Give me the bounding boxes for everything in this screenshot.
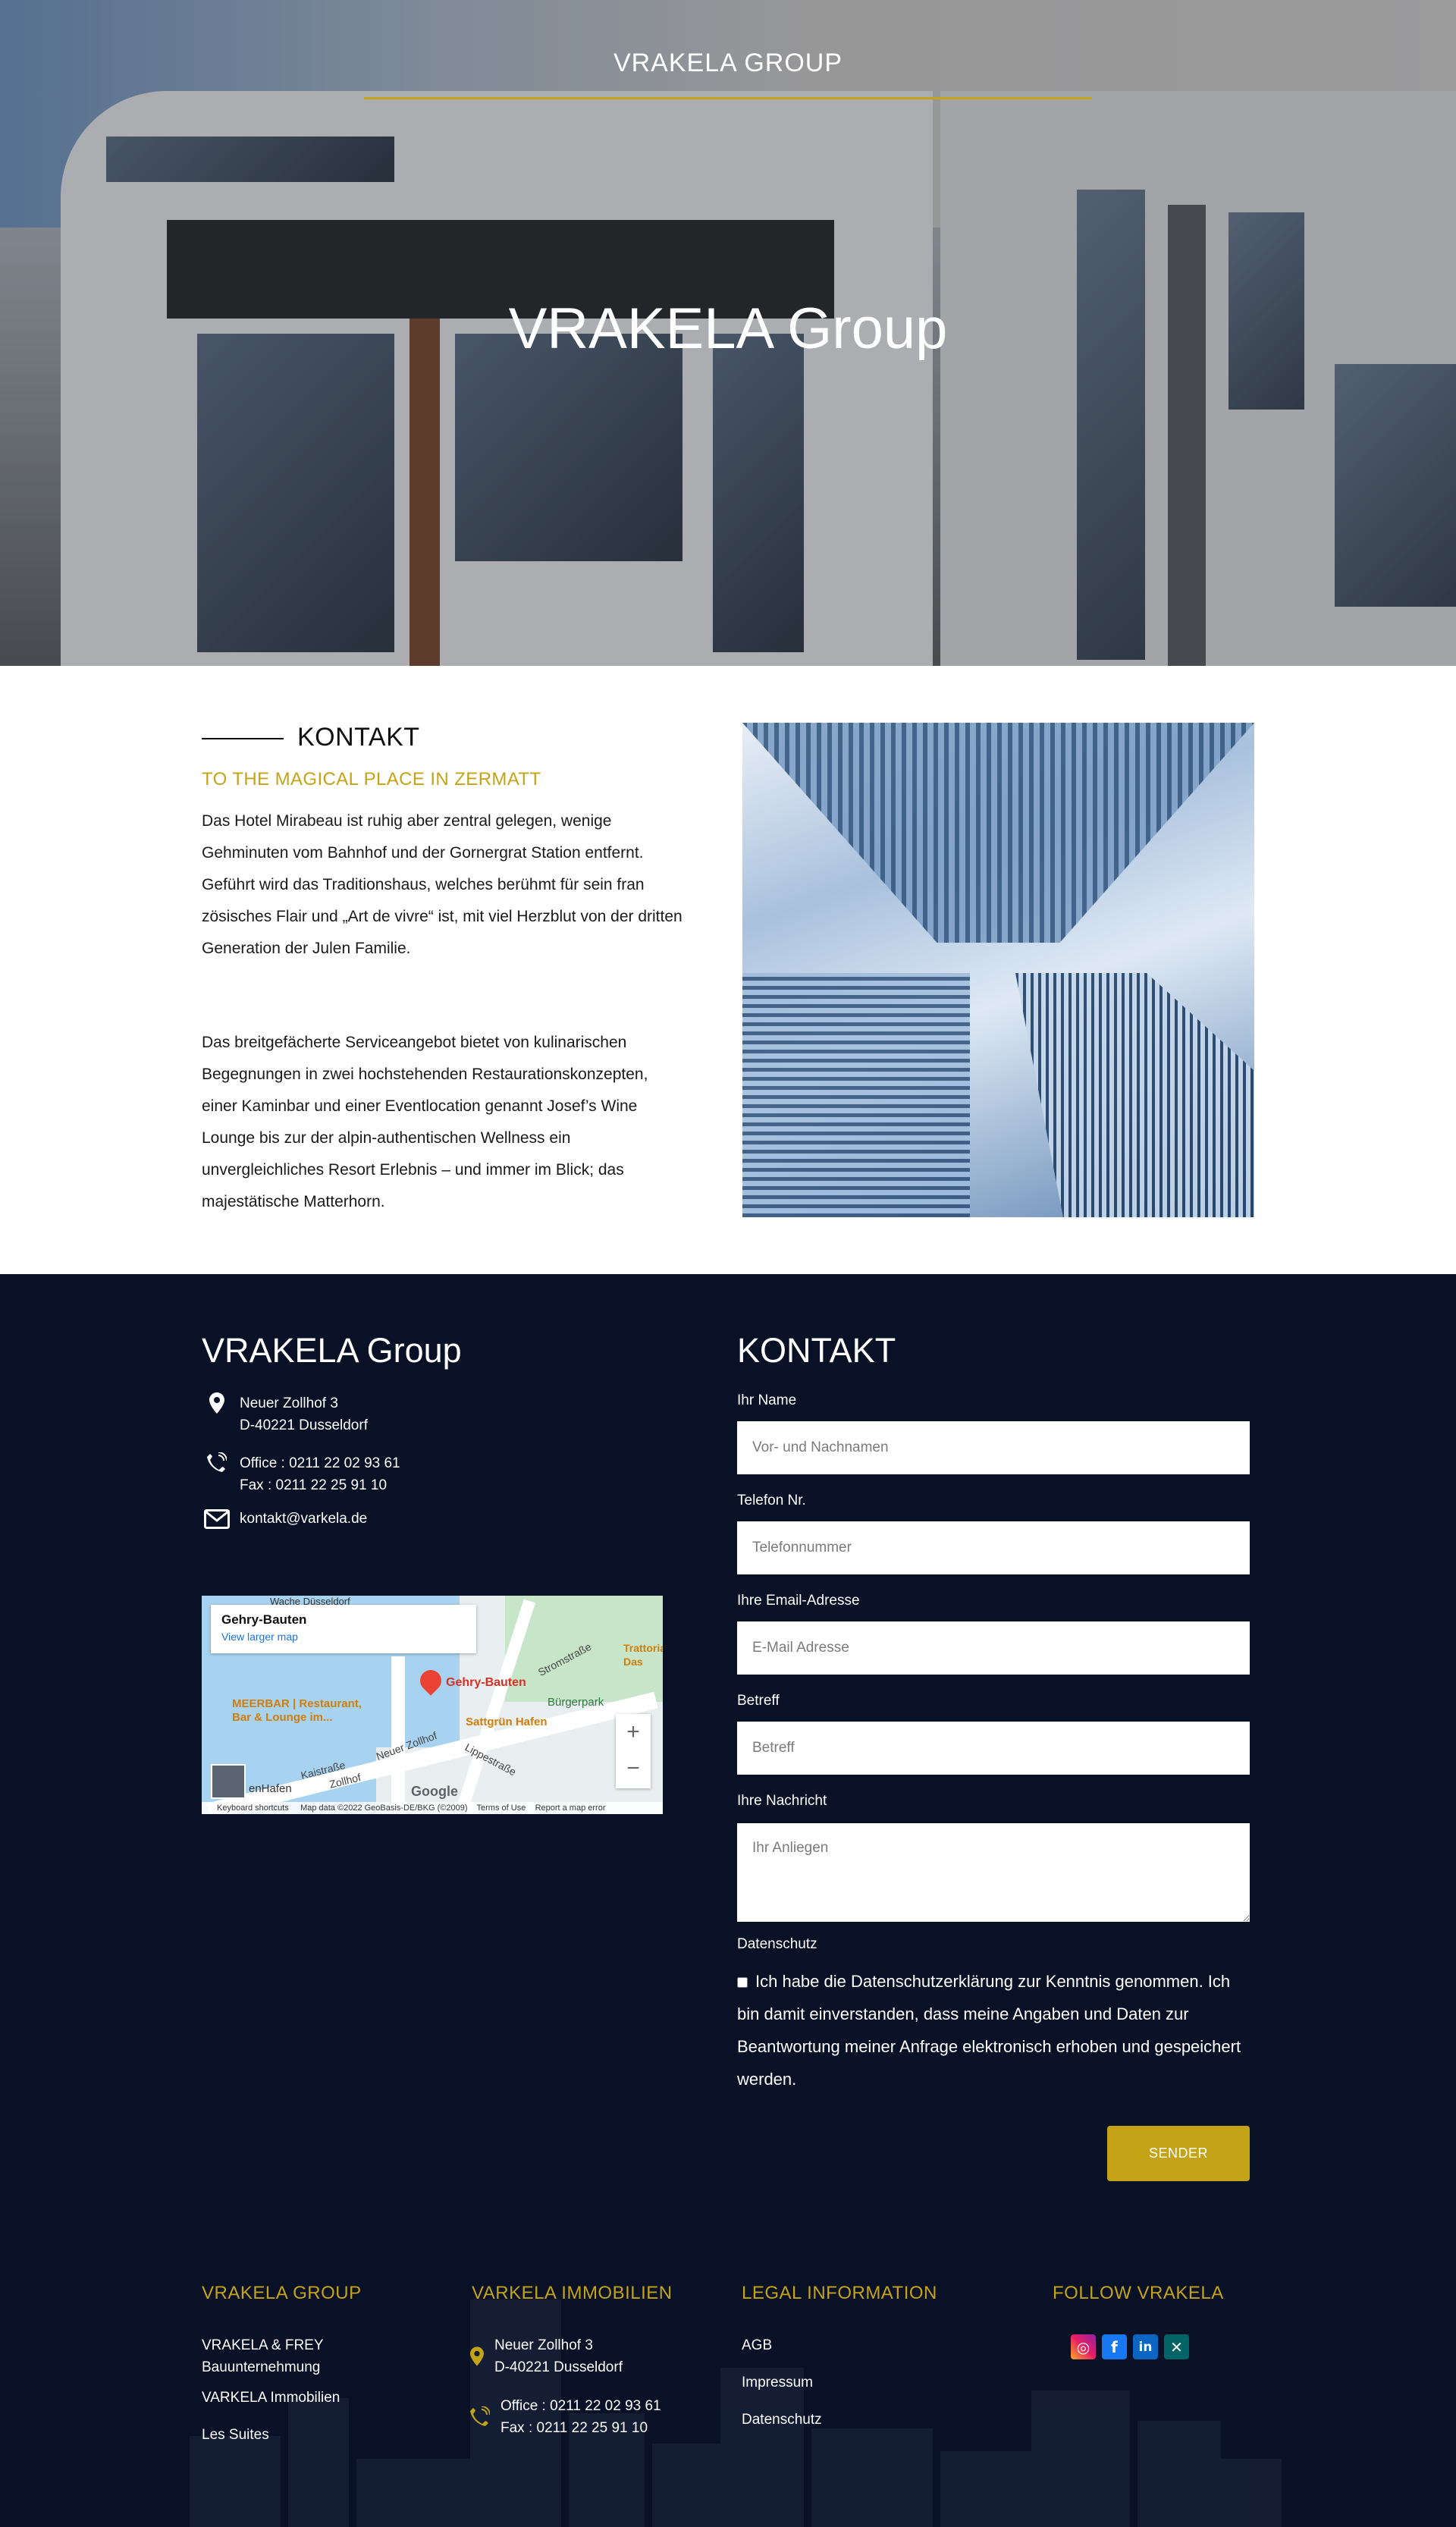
map-attribution: Keyboard shortcuts Map data ©2022 GeoBas… [202, 1802, 663, 1814]
footer-address: Neuer Zollhof 3 D-40221 Dusseldorf [494, 2334, 623, 2378]
map-data-text: Map data ©2022 GeoBasis-DE/BKG (©2009) [300, 1803, 468, 1813]
map-poi-buergerpark: Bürgerpark [548, 1696, 604, 1709]
map-satellite-toggle[interactable] [211, 1764, 246, 1799]
consent-text: Ich habe die Datenschutzerklärung zur Ke… [737, 1972, 1241, 2089]
footer-phone: Office : 0211 22 02 93 61 Fax : 0211 22 … [500, 2395, 661, 2439]
hero-section: VRAKELA GROUP VRAKELA Group [0, 0, 1456, 666]
keyboard-shortcuts-link[interactable]: Keyboard shortcuts [217, 1803, 289, 1813]
name-field[interactable] [737, 1421, 1250, 1474]
map-pin-label: Gehry-Bauten [446, 1676, 526, 1689]
google-map-embed[interactable]: Wache Düsseldorf Gehry-Bauten View large… [202, 1596, 663, 1814]
footer-fax: Fax : 0211 22 25 91 10 [500, 2420, 648, 2436]
google-logo: Google [411, 1784, 458, 1799]
consent-checkbox[interactable] [737, 1977, 748, 1989]
section-heading: KONTAKT [297, 723, 420, 752]
message-label: Ihre Nachricht [737, 1793, 827, 1809]
facebook-icon[interactable]: f [1102, 2334, 1127, 2359]
footer-link-les-suites[interactable]: Les Suites [202, 2424, 269, 2446]
terms-link[interactable]: Terms of Use [477, 1803, 526, 1813]
footer-col3-title: LEGAL INFORMATION [742, 2283, 937, 2303]
map-info-card: Gehry-Bauten View larger map [211, 1605, 476, 1653]
site-logo-title[interactable]: VRAKELA GROUP [0, 49, 1456, 78]
footer-office-phone[interactable]: Office : 0211 22 02 93 61 [500, 2395, 661, 2417]
section-subtitle: TO THE MAGICAL PLACE IN ZERMATT [202, 769, 541, 789]
fax-number: Fax : 0211 22 25 91 10 [240, 1477, 388, 1493]
map-area-label: enHafen [249, 1782, 292, 1795]
hero-title: VRAKELA Group [508, 297, 948, 361]
footer-col4-title: FOLLOW VRAKELA [1053, 2283, 1224, 2303]
email-row: kontakt@varkela.de [202, 1509, 367, 1537]
footer-link-text: Bauunternehmung [202, 2359, 321, 2375]
kontakt-intro-section: KONTAKT TO THE MAGICAL PLACE IN ZERMATT … [0, 666, 1456, 1274]
skyscraper-photo [742, 723, 1254, 1217]
office-phone[interactable]: Office : 0211 22 02 93 61 [240, 1452, 400, 1474]
heading-rule [202, 738, 284, 739]
footer-col2-title: VARKELA IMMOBILIEN [472, 2283, 673, 2303]
report-error-link[interactable]: Report a map error [535, 1803, 606, 1813]
footer-link-datenschutz[interactable]: Datenschutz [742, 2409, 822, 2431]
email-field[interactable] [737, 1621, 1250, 1675]
instagram-icon[interactable]: ◎ [1071, 2334, 1096, 2359]
map-poi-sattgruen[interactable]: Sattgrün Hafen [466, 1716, 548, 1728]
linkedin-icon[interactable]: in [1133, 2334, 1158, 2359]
address-line-2: D-40221 Dusseldorf [240, 1417, 368, 1433]
xing-icon[interactable]: ✕ [1164, 2334, 1189, 2359]
company-title: VRAKELA Group [202, 1331, 462, 1370]
city-skyline-background [190, 2290, 1282, 2527]
phone-row: Office : 0211 22 02 93 61 Fax : 0211 22 … [202, 1452, 400, 1496]
footer-address-line: Neuer Zollhof 3 [494, 2337, 593, 2353]
view-larger-map-link[interactable]: View larger map [221, 1631, 466, 1643]
footer-link-impressum[interactable]: Impressum [742, 2372, 813, 2394]
subject-label: Betreff [737, 1693, 780, 1709]
footer-link-agb[interactable]: AGB [742, 2334, 772, 2356]
map-pin-icon [470, 2346, 484, 2370]
privacy-label: Datenschutz [737, 1936, 817, 1952]
map-poi-trattoria: Trattoria Das [623, 1642, 663, 1668]
social-links: ◎ f in ✕ [1071, 2334, 1189, 2359]
email-link[interactable]: kontakt@varkela.de [240, 1508, 367, 1530]
email-label: Ihre Email-Adresse [737, 1593, 860, 1609]
address-line-1: Neuer Zollhof 3 [240, 1395, 338, 1411]
footer-address-line: D-40221 Dusseldorf [494, 2359, 623, 2375]
phone-label: Telefon Nr. [737, 1493, 806, 1508]
subject-field[interactable] [737, 1722, 1250, 1775]
intro-paragraph-2: Das breitgefächerte Serviceangebot biete… [202, 1034, 648, 1210]
phone-field[interactable] [737, 1521, 1250, 1574]
send-button[interactable]: SENDER [1107, 2126, 1250, 2181]
hero-divider [364, 97, 1092, 99]
envelope-icon [202, 1509, 232, 1537]
intro-paragraph-1: Das Hotel Mirabeau ist ruhig aber zentra… [202, 812, 682, 957]
zoom-out-button[interactable]: − [616, 1750, 651, 1787]
name-label: Ihr Name [737, 1392, 797, 1408]
message-field[interactable] [737, 1823, 1250, 1922]
footer-link-text: VRAKELA & FREY [202, 2337, 324, 2353]
address-row: Neuer Zollhof 3 D-40221 Dusseldorf [202, 1392, 368, 1436]
consent-block: Ich habe die Datenschutzerklärung zur Ke… [737, 1965, 1253, 2095]
map-poi-meerbar[interactable]: MEERBAR | Restaurant, Bar & Lounge im... [232, 1697, 369, 1725]
map-place-name: Gehry-Bauten [221, 1612, 307, 1627]
phone-icon [202, 1452, 232, 1480]
contact-section: VRAKELA Group Neuer Zollhof 3 D-40221 Du… [0, 1274, 1456, 2527]
map-pin-icon [202, 1392, 232, 1420]
footer-link-immobilien[interactable]: VARKELA Immobilien [202, 2387, 340, 2409]
phone-icon [470, 2406, 491, 2431]
map-zoom-control: + − [616, 1714, 651, 1788]
form-title: KONTAKT [737, 1331, 896, 1370]
zoom-in-button[interactable]: + [616, 1714, 651, 1750]
footer-col1-title: VRAKELA GROUP [202, 2283, 362, 2303]
footer-link-vrakela-frey[interactable]: VRAKELA & FREY Bauunternehmung [202, 2334, 324, 2378]
